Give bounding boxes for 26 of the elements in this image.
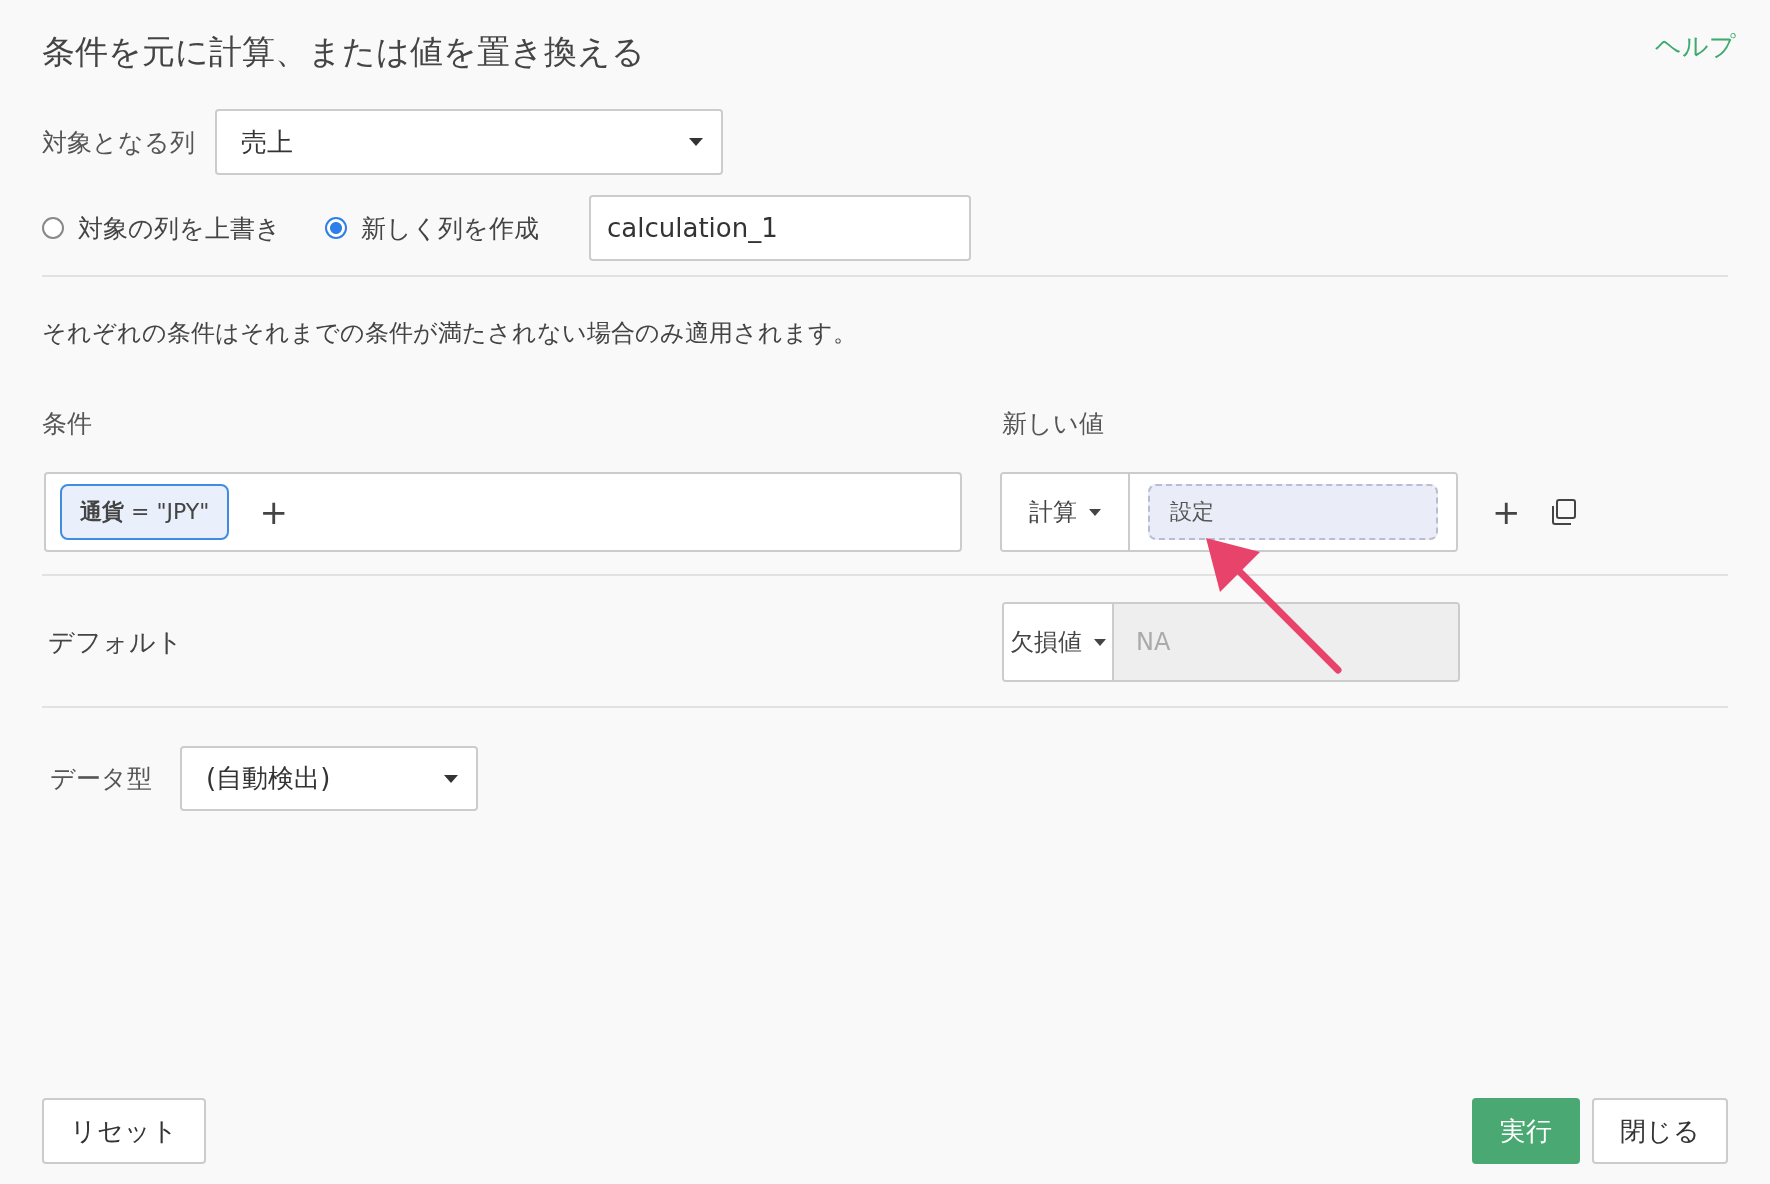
column-name-field[interactable]: calculation_1	[589, 195, 971, 261]
radio-button[interactable]	[42, 217, 64, 239]
caret-icon	[1094, 638, 1106, 646]
add-row-button[interactable]: +	[1486, 492, 1527, 532]
column-select[interactable]: 売上	[215, 109, 723, 175]
radio-button[interactable]	[325, 217, 347, 239]
caret-icon	[689, 138, 703, 146]
value-type-select[interactable]: 計算	[1002, 474, 1130, 550]
column-header: 新しい値	[1002, 408, 1104, 440]
condition-field[interactable]: 通貨 = "JPY" +	[44, 472, 962, 552]
radio-option[interactable]: 対象の列を上書き	[42, 211, 281, 245]
radio-option[interactable]: 新しく列を作成	[325, 211, 539, 245]
field-label: データ型	[50, 763, 152, 795]
close-button[interactable]: 閉じる	[1592, 1098, 1728, 1164]
condition-chip[interactable]: 通貨 = "JPY"	[60, 484, 230, 540]
dialog-title: 条件を元に計算、または値を置き換える	[42, 31, 645, 73]
configure-button[interactable]: 設定	[1148, 484, 1438, 540]
column-header: 条件	[42, 408, 93, 440]
caret-icon	[444, 774, 458, 783]
info-text: それぞれの条件はそれまでの条件が満たされない場合のみ適用されます。	[42, 318, 858, 349]
add-condition-button[interactable]: +	[253, 492, 294, 532]
reset-button[interactable]: リセット	[42, 1098, 206, 1164]
field-label: 対象となる列	[42, 126, 195, 159]
default-label: デフォルト	[47, 625, 184, 659]
data-type-select[interactable]: (自動検出)	[180, 746, 478, 811]
caret-icon	[1089, 508, 1101, 516]
